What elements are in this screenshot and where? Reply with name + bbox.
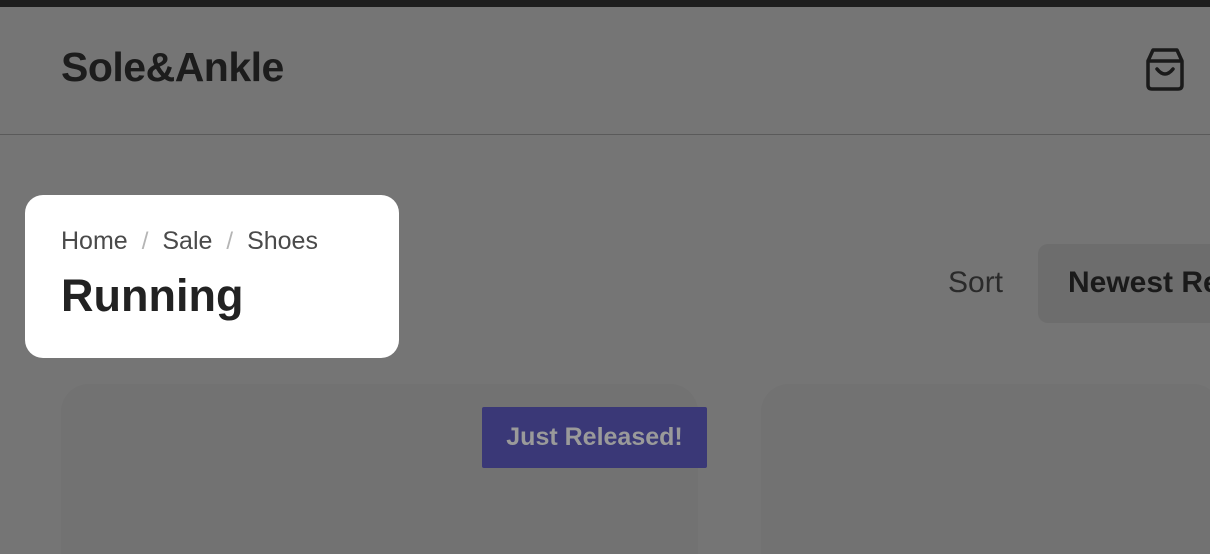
- breadcrumb-separator: /: [226, 227, 234, 255]
- page-title: Running: [61, 270, 244, 321]
- product-badge: Just Released!: [482, 407, 707, 468]
- breadcrumb-separator: /: [141, 227, 149, 255]
- breadcrumb-home[interactable]: Home: [61, 229, 128, 254]
- site-header: Sole&Ankle: [0, 7, 1210, 135]
- breadcrumb-sale[interactable]: Sale: [162, 229, 212, 254]
- sort-label: Sort: [948, 266, 1004, 299]
- shopping-bag-icon[interactable]: [1143, 46, 1187, 92]
- product-card[interactable]: [761, 384, 1210, 554]
- top-strip: [0, 0, 1210, 7]
- logo[interactable]: Sole&Ankle: [61, 47, 284, 88]
- spotlight-callout: Home / Sale / Shoes Running: [25, 195, 399, 358]
- breadcrumb: Home / Sale / Shoes: [61, 229, 318, 254]
- breadcrumb-shoes[interactable]: Shoes: [247, 229, 318, 254]
- sort-select[interactable]: Newest Releases: [1038, 244, 1210, 323]
- sort-selected-value: Newest Releases: [1068, 266, 1210, 299]
